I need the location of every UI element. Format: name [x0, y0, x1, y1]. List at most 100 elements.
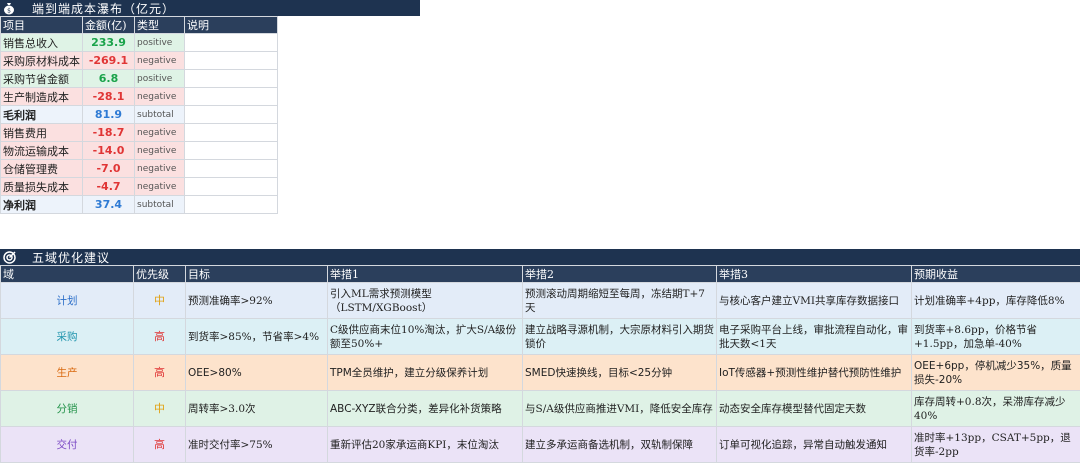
domain-row: 计划中预测准确率>92% 引入ML需求预测模型（LSTM/XGBoost） 预测滚动… — [0, 282, 1080, 319]
priority-badge: 中 — [133, 282, 186, 319]
domain-name: 生产 — [0, 354, 134, 391]
action-2-cell: 与S/A级供应商推进VMI，降低安全库存 — [522, 390, 717, 427]
five-domain-table: 域 优先级 目标 举措1 举措2 举措3 预期收益 计划中预测准确率>92% 引入… — [0, 265, 1080, 463]
action-3-cell: 订单可视化追踪，异常自动触发通知 — [716, 426, 912, 463]
row-type: subtotal — [134, 195, 185, 214]
row-type: negative — [134, 177, 185, 196]
row-type: negative — [134, 141, 185, 160]
domain-name: 采购 — [0, 318, 134, 355]
row-type: positive — [134, 69, 185, 88]
waterfall-row: 销售费用 -18.7 negative — [0, 123, 278, 142]
waterfall-row: 采购节省金额 6.8 positive — [0, 69, 278, 88]
row-item: 销售总收入 — [0, 33, 83, 52]
row-type: positive — [134, 33, 185, 52]
row-amount: 37.4 — [82, 195, 135, 214]
benefit-cell: 计划准确率+4pp，库存降低8% — [911, 282, 1080, 319]
col-action-3: 举措3 — [716, 265, 912, 283]
row-note — [184, 141, 278, 160]
row-note — [184, 177, 278, 196]
row-amount: -28.1 — [82, 87, 135, 106]
five-domain-header: 五域优化建议 — [0, 249, 1080, 265]
benefit-cell: OEE+6pp，停机减少35%，质量损失-20% — [911, 354, 1080, 391]
row-amount: -14.0 — [82, 141, 135, 160]
row-item: 采购原材料成本 — [0, 51, 83, 70]
row-type: negative — [134, 123, 185, 142]
waterfall-table: 项目 金额(亿) 类型 说明 销售总收入 233.9 positive 采购原材料成本… — [0, 16, 278, 214]
domain-name: 交付 — [0, 426, 134, 463]
priority-badge: 高 — [133, 318, 186, 355]
svg-text:$: $ — [7, 7, 11, 14]
col-type: 类型 — [134, 16, 185, 34]
row-amount: -18.7 — [82, 123, 135, 142]
domain-row: 生产高 OEE>80% TPM全员维护，建立分级保养计划 SMED快速换线，目标<25… — [0, 354, 1080, 391]
row-note — [184, 195, 278, 214]
row-amount: 6.8 — [82, 69, 135, 88]
domain-row: 采购高到货率>85%，节省率>4% C级供应商末位10%淘汰，扩大S/A级份额至5… — [0, 318, 1080, 355]
waterfall-header-row: 项目 金额(亿) 类型 说明 — [0, 16, 278, 34]
waterfall-row: 采购原材料成本 -269.1 negative — [0, 51, 278, 70]
row-item: 销售费用 — [0, 123, 83, 142]
target-icon — [2, 250, 16, 264]
benefit-cell: 准时率+13pp，CSAT+5pp，退货率-2pp — [911, 426, 1080, 463]
row-type: subtotal — [134, 105, 185, 124]
col-action-2: 举措2 — [522, 265, 717, 283]
row-type: negative — [134, 51, 185, 70]
goal-cell: 周转率>3.0次 — [185, 390, 328, 427]
col-priority: 优先级 — [133, 265, 186, 283]
row-note — [184, 51, 278, 70]
domain-row: 交付高准时交付率>75% 重新评估20家承运商KPI，末位淘汰 建立多承运商备选机制… — [0, 426, 1080, 463]
domain-row: 分销中周转率>3.0次 ABC-XYZ联合分类，差异化补货策略 与S/A级供应商推进… — [0, 390, 1080, 427]
benefit-cell: 库存周转+0.8次，呆滞库存减少40% — [911, 390, 1080, 427]
benefit-cell: 到货率+8.6pp，价格节省+1.5pp，加急单-40% — [911, 318, 1080, 355]
goal-cell: OEE>80% — [185, 354, 328, 391]
col-goal: 目标 — [185, 265, 328, 283]
col-benefit: 预期收益 — [911, 265, 1080, 283]
row-item: 采购节省金额 — [0, 69, 83, 88]
waterfall-row: 净利润 37.4 subtotal — [0, 195, 278, 214]
waterfall-row: 毛利润 81.9 subtotal — [0, 105, 278, 124]
waterfall-title: 端到端成本瀑布（亿元） — [32, 1, 176, 16]
domain-name: 计划 — [0, 282, 134, 319]
col-amount: 金额(亿) — [82, 16, 135, 34]
row-note — [184, 69, 278, 88]
action-3-cell: IoT传感器+预测性维护替代预防性维护 — [716, 354, 912, 391]
action-2-cell: SMED快速换线，目标<25分钟 — [522, 354, 717, 391]
row-item: 净利润 — [0, 195, 83, 214]
money-bag-icon: $ — [2, 1, 16, 15]
col-domain: 域 — [0, 265, 134, 283]
row-note — [184, 105, 278, 124]
waterfall-row: 销售总收入 233.9 positive — [0, 33, 278, 52]
action-2-cell: 预测滚动周期缩短至每周，冻结期T+7天 — [522, 282, 717, 319]
action-3-cell: 与核心客户建立VMI共享库存数据接口 — [716, 282, 912, 319]
row-amount: -269.1 — [82, 51, 135, 70]
waterfall-row: 生产制造成本 -28.1 negative — [0, 87, 278, 106]
row-note — [184, 159, 278, 178]
action-3-cell: 电子采购平台上线，审批流程自动化，审批天数<1天 — [716, 318, 912, 355]
domain-name: 分销 — [0, 390, 134, 427]
row-amount: -4.7 — [82, 177, 135, 196]
waterfall-row: 物流运输成本 -14.0 negative — [0, 141, 278, 160]
row-type: negative — [134, 87, 185, 106]
action-1-cell: TPM全员维护，建立分级保养计划 — [327, 354, 523, 391]
col-item: 项目 — [0, 16, 83, 34]
five-domain-title: 五域优化建议 — [32, 250, 111, 265]
row-note — [184, 33, 278, 52]
action-1-cell: ABC-XYZ联合分类，差异化补货策略 — [327, 390, 523, 427]
row-item: 仓储管理费 — [0, 159, 83, 178]
waterfall-row: 质量损失成本 -4.7 negative — [0, 177, 278, 196]
col-action-1: 举措1 — [327, 265, 523, 283]
row-note — [184, 123, 278, 142]
action-3-cell: 动态安全库存模型替代固定天数 — [716, 390, 912, 427]
waterfall-row: 仓储管理费 -7.0 negative — [0, 159, 278, 178]
five-domain-header-row: 域 优先级 目标 举措1 举措2 举措3 预期收益 — [0, 265, 1080, 283]
goal-cell: 预测准确率>92% — [185, 282, 328, 319]
action-1-cell: 引入ML需求预测模型（LSTM/XGBoost） — [327, 282, 523, 319]
row-item: 质量损失成本 — [0, 177, 83, 196]
row-amount: -7.0 — [82, 159, 135, 178]
waterfall-header: $ 端到端成本瀑布（亿元） — [0, 0, 420, 16]
action-2-cell: 建立多承运商备选机制，双轨制保障 — [522, 426, 717, 463]
row-item: 物流运输成本 — [0, 141, 83, 160]
row-item: 毛利润 — [0, 105, 83, 124]
col-note: 说明 — [184, 16, 278, 34]
action-1-cell: C级供应商末位10%淘汰，扩大S/A级份额至50%+ — [327, 318, 523, 355]
